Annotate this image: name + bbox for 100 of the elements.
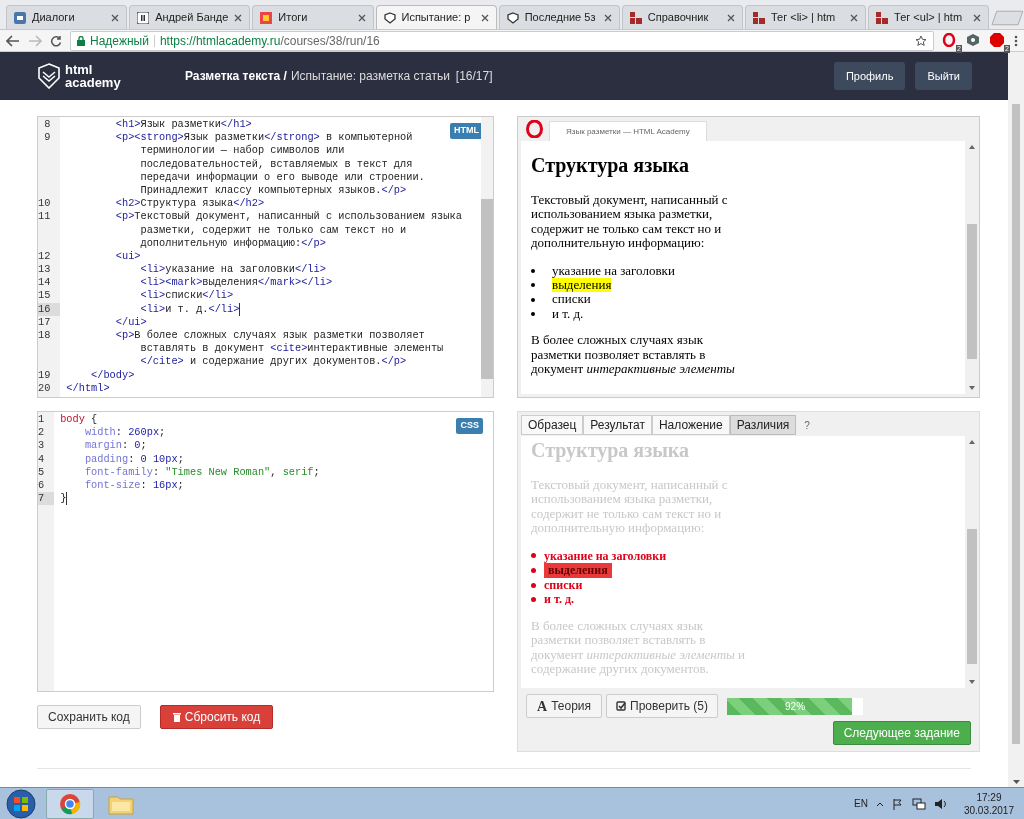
scroll-down-icon[interactable] — [969, 386, 975, 390]
scroll-up-icon[interactable] — [969, 440, 975, 444]
save-code-button[interactable]: Сохранить код — [37, 705, 141, 729]
close-icon[interactable] — [357, 13, 366, 22]
letter-icon: A — [537, 695, 548, 717]
clock-time[interactable]: 17:29 — [976, 790, 1002, 804]
code-line[interactable]: <p>В более сложных случаях язык разметки позволяет — [66, 329, 425, 343]
html-editor[interactable] — [37, 116, 494, 398]
clock-date[interactable]: 30.03.2017 — [963, 803, 1014, 817]
page-heading: Структура языка — [531, 153, 690, 177]
volume-icon[interactable] — [933, 797, 948, 810]
browser-tab[interactable]: Тег <ul> | htm — [868, 5, 990, 29]
tray-expand-icon[interactable] — [875, 800, 884, 807]
browser-tab[interactable]: Тег <li> | htm — [744, 5, 867, 29]
code-line[interactable]: <h2>Структура языка</h2> — [66, 197, 265, 211]
paragraph: Текстовый документ, написанный с использованием языка разметки, содержит не только сам текст но и дополнительную информацию: — [531, 193, 729, 251]
code-line[interactable]: </ui> — [66, 315, 147, 329]
browser-tab[interactable]: Итоги — [252, 5, 374, 29]
code-line[interactable]: } — [60, 492, 67, 506]
header-button[interactable]: Профиль — [833, 62, 906, 90]
close-icon[interactable] — [850, 13, 859, 22]
css-editor[interactable]: 1 2 3 4 5 6 7 body { width: 260px; margin: 0; padding: 0 10px; font-family: "Times New Roman", serif; font-size: 16px; } CSS — [37, 411, 494, 692]
code-line[interactable]: font-size: 16px; — [60, 478, 184, 493]
browser-tab[interactable]: Справочник — [621, 5, 743, 29]
breadcrumb-link[interactable]: Разметка текста / — [185, 67, 287, 85]
code-line[interactable]: <p><strong>Язык разметки</strong> в компьютерной — [66, 131, 413, 145]
code-line[interactable]: разметки, содержит не только сам текст но и — [66, 223, 407, 237]
help-link[interactable]: ? — [804, 417, 810, 433]
browser-tab[interactable]: Последние 5з — [498, 5, 620, 29]
code-line[interactable]: <li>указание на заголовки</li> — [66, 263, 326, 277]
code-line[interactable]: дополнительную информацию:</p> — [66, 236, 326, 250]
code-line[interactable]: font-family: "Times New Roman", serif; — [60, 465, 320, 479]
list-item: выделения — [531, 563, 965, 578]
line-number: 13 — [38, 263, 51, 276]
checkbox-icon — [616, 701, 626, 711]
line-number: 10 — [38, 197, 51, 210]
lock-icon — [77, 35, 85, 46]
code-line[interactable]: <p>Текстовый документ, написанный с использованием языка — [66, 210, 462, 224]
logo-icon[interactable] — [38, 63, 60, 89]
close-icon[interactable] — [234, 13, 243, 22]
back-icon[interactable] — [6, 34, 20, 47]
code-line[interactable]: <li>и т. д.</li> — [66, 302, 240, 316]
code-line[interactable]: передачи информации о его выводе или строении. — [66, 170, 425, 184]
code-line[interactable]: <li><mark>выделения</mark></li> — [66, 276, 333, 290]
logo-text[interactable]: html academy — [65, 63, 125, 89]
close-icon[interactable] — [726, 13, 735, 22]
code-line[interactable]: body { — [60, 413, 98, 427]
browser-tab[interactable]: Испытание: р — [375, 5, 497, 29]
page-scrollbar[interactable] — [1008, 52, 1024, 787]
list-item: списки — [531, 292, 965, 307]
close-icon[interactable] — [973, 13, 982, 22]
pause-icon — [137, 11, 150, 24]
code-line[interactable]: вставлять в документ <cite>интерактивные элементы — [66, 342, 444, 356]
language-indicator[interactable]: EN — [854, 796, 868, 811]
start-button[interactable] — [4, 788, 38, 819]
reload-icon[interactable] — [50, 34, 62, 47]
view-tab[interactable]: Результат — [583, 415, 652, 435]
reset-code-button[interactable]: Сбросить код — [159, 705, 274, 729]
adblock-icon[interactable] — [990, 32, 1004, 47]
scroll-down-icon[interactable] — [1012, 780, 1020, 784]
browser-tab[interactable]: Андрей Банде — [129, 5, 251, 29]
code-line[interactable]: </html> — [66, 381, 110, 395]
code-line[interactable]: терминологии — набор символов или — [66, 144, 345, 158]
line-number: 19 — [38, 368, 51, 381]
flag-icon[interactable] — [891, 797, 904, 810]
code-line[interactable]: margin: 0; — [60, 439, 147, 453]
star-icon[interactable] — [915, 34, 927, 47]
browser-tab[interactable]: Диалоги — [6, 5, 128, 29]
taskbar-browser-button[interactable] — [46, 788, 94, 819]
network-icon[interactable] — [911, 797, 926, 810]
line-number: 20 — [38, 381, 51, 394]
code-line[interactable]: </body> — [66, 368, 135, 382]
scrollbar[interactable] — [965, 141, 979, 394]
scroll-up-icon[interactable] — [969, 145, 975, 149]
check-button[interactable]: Проверить (5) — [606, 694, 719, 718]
browser-logo-icon — [526, 120, 543, 138]
extension-icon[interactable] — [942, 32, 956, 47]
view-tab[interactable]: Образец — [521, 415, 584, 435]
code-line[interactable]: width: 260px; — [60, 426, 166, 440]
header-button[interactable]: Выйти — [915, 62, 972, 90]
code-line[interactable]: последовательностей, вставляемых в текст для — [66, 157, 413, 171]
view-tab[interactable]: Наложение — [651, 415, 730, 435]
close-icon[interactable] — [480, 13, 489, 22]
code-line[interactable]: padding: 0 10px; — [60, 452, 184, 466]
scrollbar[interactable] — [481, 117, 493, 397]
view-tab[interactable]: Различия — [729, 415, 797, 435]
code-line[interactable]: <ui> — [66, 249, 141, 264]
menu-icon[interactable] — [1014, 34, 1018, 47]
code-line[interactable]: Принадлежит классу компьютерных языков.</p> — [66, 183, 407, 198]
close-icon[interactable] — [111, 13, 120, 22]
address-bar[interactable]: Надежный https://htmlacademy.ru/courses/38/run/16 — [70, 30, 934, 51]
close-icon[interactable] — [603, 13, 612, 22]
code-line[interactable]: </cite> и содержание других документов.</p> — [66, 355, 407, 369]
theory-button[interactable]: A Теория — [526, 694, 602, 718]
code-line[interactable]: <li>списки</li> — [66, 289, 234, 303]
line-number: 2 — [38, 426, 45, 439]
trash-icon — [172, 712, 181, 722]
shield-icon — [383, 11, 396, 24]
code-line[interactable]: <h1>Язык разметки</h1> — [66, 118, 252, 132]
scroll-down-icon[interactable] — [969, 680, 975, 684]
